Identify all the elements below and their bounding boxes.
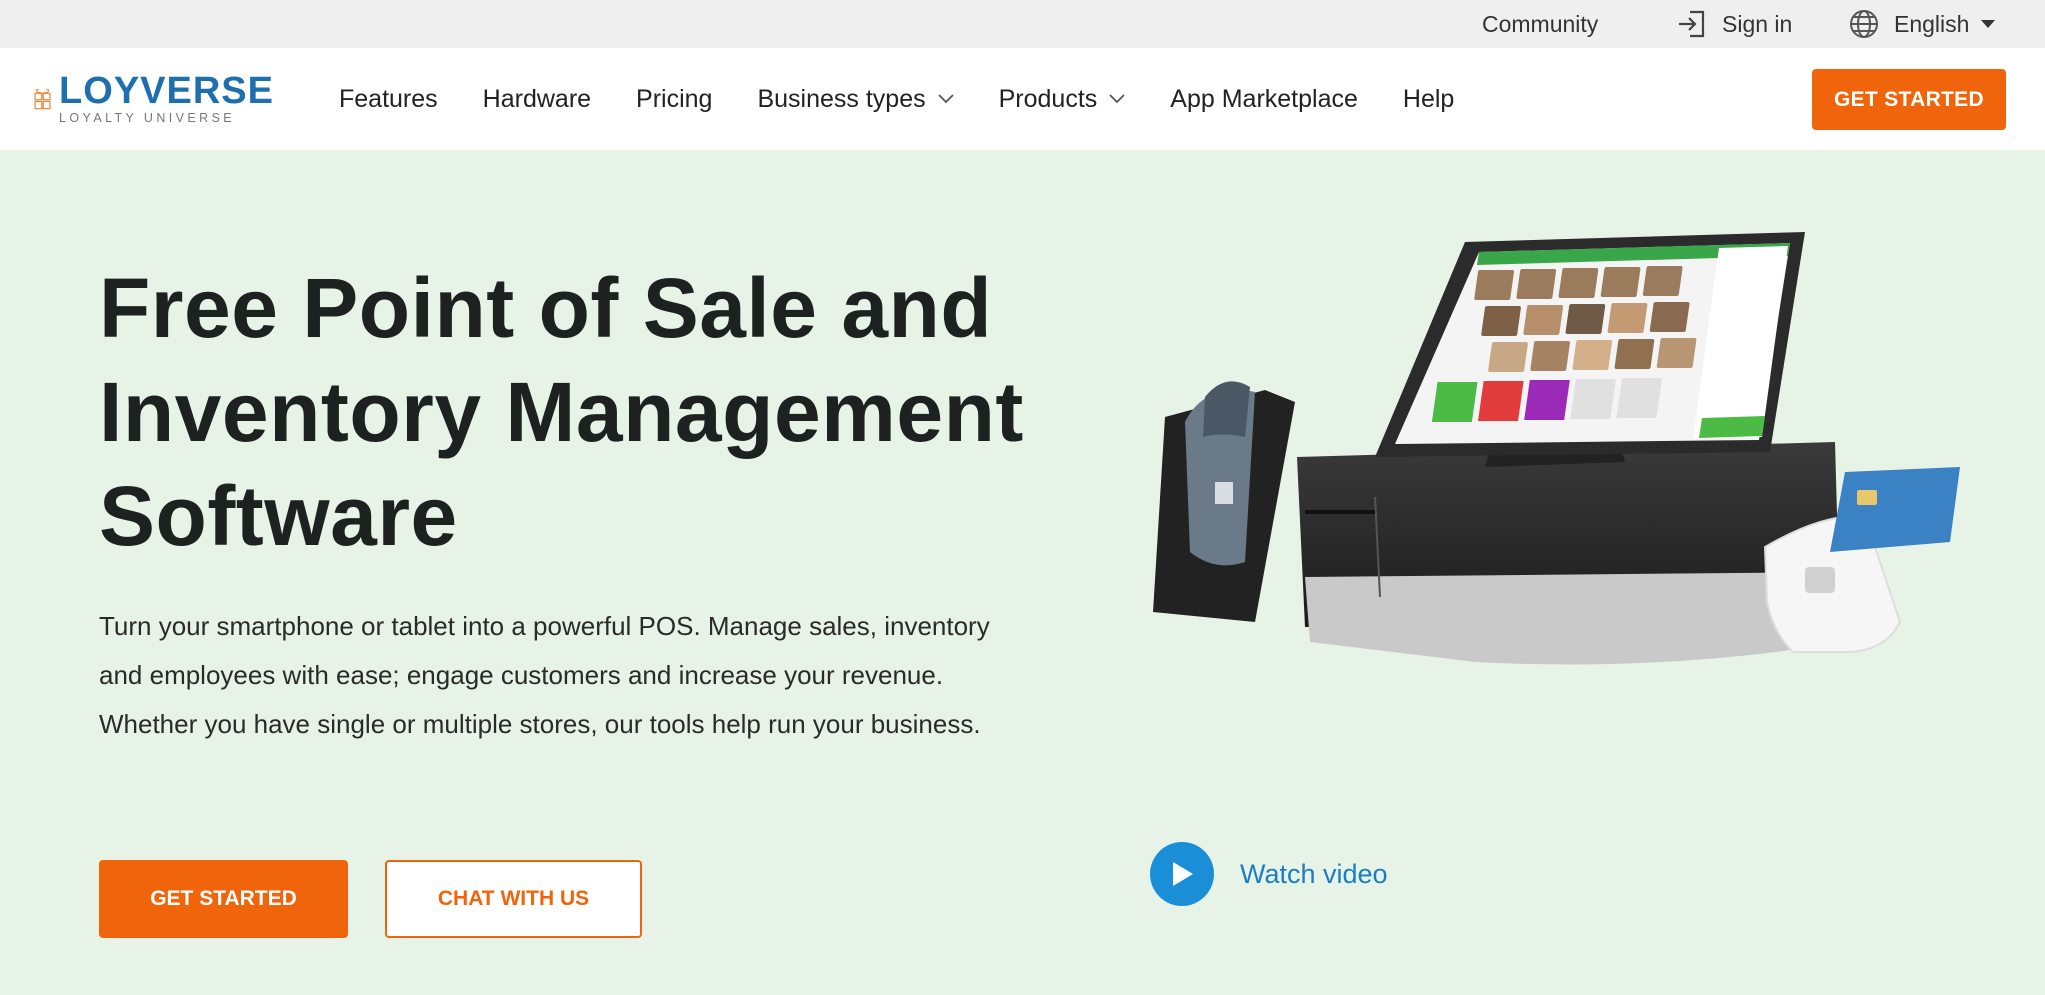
sign-in-label: Sign in [1722,10,1793,37]
sign-in-link[interactable]: Sign in [1676,0,1792,48]
hero-title-line: Software [99,469,458,563]
watch-video-link[interactable]: Watch video [1150,841,1388,907]
play-icon [1150,842,1214,906]
logo[interactable]: LOYVERSE LOYALTY UNIVERSE [34,62,274,136]
hero-title-line: Free Point of Sale and [99,261,993,355]
nav-item-app-marketplace[interactable]: App Marketplace [1170,85,1358,114]
nav-item-products[interactable]: Products [999,85,1126,114]
chevron-down-icon [937,94,954,104]
globe-icon [1850,10,1878,38]
sign-in-icon [1679,10,1705,38]
chat-with-us-button[interactable]: CHAT WITH US [385,860,642,938]
chevron-down-icon [1109,94,1125,104]
nav-item-business-types-label: Business types [757,84,926,113]
nav-get-started-button[interactable]: GET STARTED [1812,69,2006,130]
language-label: English [1894,10,1970,37]
get-started-button[interactable]: GET STARTED [99,860,348,938]
nav-item-hardware[interactable]: Hardware [483,85,591,114]
logo-tagline: LOYALTY UNIVERSE [59,111,236,125]
community-link[interactable]: Community [1482,0,1598,48]
gift-box-logo-icon [34,88,51,110]
logo-wordmark: LOYVERSE [59,70,274,112]
nav-item-features[interactable]: Features [339,85,438,114]
nav-menu: Features Hardware Pricing Business types… [339,48,1499,150]
caret-down-icon [1981,20,1996,28]
language-selector[interactable]: English [1848,0,2009,48]
watch-video-label: Watch video [1240,858,1388,889]
logo-text: LOYVERSE LOYALTY UNIVERSE [59,72,274,126]
nav-item-products-label: Products [998,84,1098,113]
main-nav: LOYVERSE LOYALTY UNIVERSE Features Hardw… [0,48,2045,150]
nav-item-help[interactable]: Help [1403,85,1454,114]
utility-bar: Community Sign in English [0,0,2045,48]
pos-hardware-image [1153,232,1960,665]
nav-item-pricing[interactable]: Pricing [636,85,712,114]
nav-item-business-types[interactable]: Business types [757,84,954,114]
hero-description: Turn your smartphone or tablet into a po… [99,611,990,739]
hero-title: Free Point of Sale and Inventory Managem… [99,256,1059,568]
hero-title-line: Inventory Management [99,365,1024,459]
